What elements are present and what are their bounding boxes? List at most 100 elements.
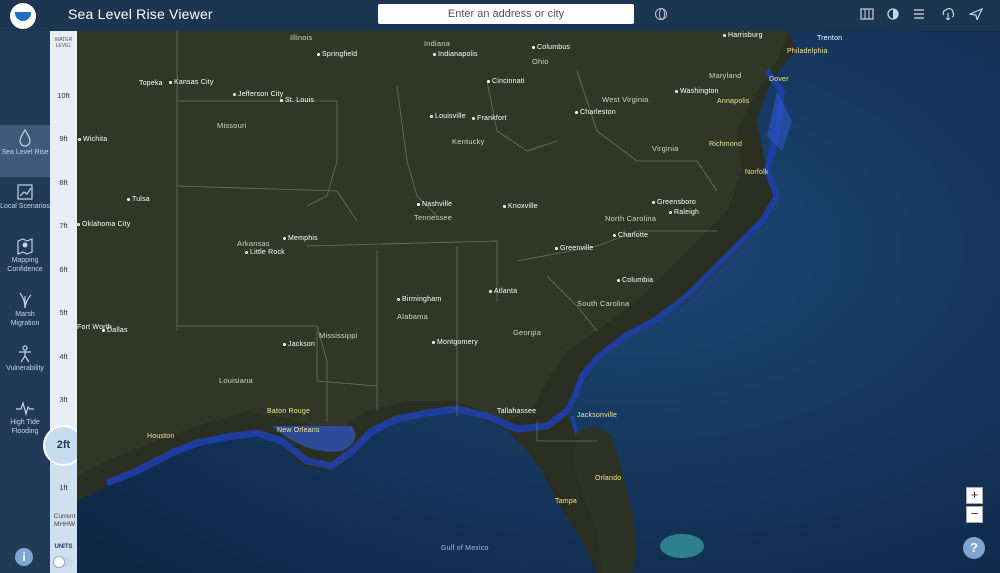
share-icon[interactable] <box>967 7 984 22</box>
tool-sidebar: Sea Level Rise Local Scenarios Mapping C… <box>0 31 50 573</box>
map-label-state: Louisiana <box>219 376 253 385</box>
sidebar-item-high-tide-flooding[interactable]: High Tide Flooding <box>0 395 50 447</box>
map-basemap <box>77 31 1000 573</box>
map-label-state: South Carolina <box>577 299 630 308</box>
map-label-city: Trenton <box>817 35 843 42</box>
sidebar-item-local-scenarios[interactable]: Local Scenarios <box>0 179 50 231</box>
map-label-state: North Carolina <box>605 214 657 223</box>
map-label-city: Little Rock <box>245 249 285 256</box>
map-label-city: Harrisburg <box>723 32 763 39</box>
map-label-state: Maryland <box>709 71 742 80</box>
map-label-city: Fort Worth <box>77 324 112 331</box>
zoom-out-button[interactable]: − <box>966 506 983 523</box>
sidebar-item-sea-level-rise[interactable]: Sea Level Rise <box>0 125 50 177</box>
sidebar-item-label: Local Scenarios <box>0 203 50 210</box>
globe-icon[interactable] <box>655 8 667 20</box>
sidebar-item-vulnerability[interactable]: Vulnerability <box>0 341 50 393</box>
map-label-city: Orlando <box>595 475 622 482</box>
map-label-city: Montgomery <box>432 339 478 346</box>
map-label-city: Wichita <box>78 136 107 143</box>
map-label-city: Indianapolis <box>433 51 478 58</box>
sidebar-item-label: Mapping Confidence <box>7 257 43 273</box>
map-label-state: Indiana <box>424 39 451 48</box>
info-button[interactable]: i <box>15 548 33 566</box>
map-label-city: Cincinnati <box>487 78 525 85</box>
map-label-city: Knoxville <box>503 203 538 210</box>
map-label-city: Jacksonville <box>577 412 618 419</box>
map-label-city: St. Louis <box>280 97 314 104</box>
top-bar: Sea Level Rise Viewer <box>0 0 1000 31</box>
map-label-city: Philadelphia <box>787 48 828 55</box>
slider-tick: 8ft <box>59 178 68 187</box>
map-label-city: Dover <box>769 76 789 83</box>
units-toggle-knob <box>53 556 65 568</box>
current-mhhw-label: Current MHHW <box>53 513 76 528</box>
slider-tick: 1ft <box>59 483 68 492</box>
person-icon <box>19 345 31 363</box>
map-icon[interactable] <box>860 8 874 20</box>
water-level-slider[interactable]: WATER LEVEL 10ft 9ft 8ft 7ft 6ft 5ft 4ft… <box>50 31 77 573</box>
map-label-city: Nashville <box>417 201 452 208</box>
contrast-icon[interactable] <box>886 8 900 20</box>
map-label-state: Mississippi <box>319 331 358 340</box>
map-label-state: Kentucky <box>452 137 485 146</box>
map-label-city: Birmingham <box>397 296 441 303</box>
map-label-state: Georgia <box>513 328 542 337</box>
address-search-input[interactable] <box>378 4 634 24</box>
map-label-city: Greenville <box>555 245 594 252</box>
map-label-city: Houston <box>147 433 175 440</box>
map-label-city: Tallahassee <box>497 408 537 415</box>
slider-tick: 9ft <box>59 134 68 143</box>
sidebar-item-marsh-migration[interactable]: Marsh Migration <box>0 287 50 339</box>
marsh-grass-icon <box>19 292 32 309</box>
water-level-title: WATER LEVEL <box>54 37 73 49</box>
noaa-logo[interactable] <box>10 3 36 29</box>
map-view[interactable]: Illinois Indiana Ohio Missouri Kentucky … <box>77 31 1000 573</box>
units-label: UNITS <box>54 544 73 550</box>
map-label-city: Atlanta <box>489 288 517 295</box>
map-label-city: Washington <box>675 88 719 95</box>
map-label-city: Kansas City <box>169 79 214 86</box>
map-label-city: Jefferson City <box>233 91 283 98</box>
map-label-city: Charlotte <box>613 232 648 239</box>
slider-tick: 10ft <box>57 91 70 100</box>
map-label-city: Raleigh <box>669 209 699 216</box>
map-label-city: New Orleans <box>277 427 320 434</box>
map-label-city: Jackson <box>283 341 315 348</box>
map-label-city: Columbus <box>532 44 570 51</box>
map-label-city: Baton Rouge <box>267 408 311 415</box>
map-label-state: Virginia <box>652 144 679 153</box>
map-label-city: Louisville <box>430 113 466 120</box>
sidebar-item-label: High Tide Flooding <box>10 419 40 435</box>
map-label-city: Greensboro <box>652 199 696 206</box>
sidebar-item-label: Sea Level Rise <box>1 149 49 156</box>
map-pin-icon <box>17 238 33 255</box>
water-drop-icon <box>19 129 31 147</box>
sidebar-item-label: Marsh Migration <box>10 311 40 327</box>
map-label-state: Alabama <box>397 312 429 321</box>
download-icon[interactable] <box>941 8 955 21</box>
map-label-state: Illinois <box>290 33 313 42</box>
zoom-in-button[interactable]: + <box>966 487 983 504</box>
map-label-city: Tampa <box>555 498 578 505</box>
legend-icon[interactable] <box>912 8 926 20</box>
map-label-city: Annapolis <box>717 98 750 105</box>
map-label-state: West Virginia <box>602 95 649 104</box>
map-label-state: Arkansas <box>237 239 270 248</box>
units-toggle[interactable] <box>53 556 73 568</box>
map-label-city: Tulsa <box>127 196 150 203</box>
help-button[interactable]: ? <box>963 537 985 559</box>
map-label-city: Oklahoma City <box>77 221 131 228</box>
map-label-city: Richmond <box>709 141 743 148</box>
sidebar-item-mapping-confidence[interactable]: Mapping Confidence <box>0 233 50 285</box>
chart-icon <box>17 184 33 200</box>
slider-tick: 6ft <box>59 265 68 274</box>
map-label-city: Norfolk <box>745 169 769 176</box>
slider-tick: 5ft <box>59 308 68 317</box>
map-label-water-body: Gulf of Mexico <box>441 545 489 552</box>
map-label-state: Missouri <box>217 121 247 130</box>
sidebar-item-label: Vulnerability <box>6 365 44 372</box>
map-label-city: Springfield <box>317 51 357 58</box>
slider-tick: 7ft <box>59 221 68 230</box>
map-label-city: Columbia <box>617 277 653 284</box>
